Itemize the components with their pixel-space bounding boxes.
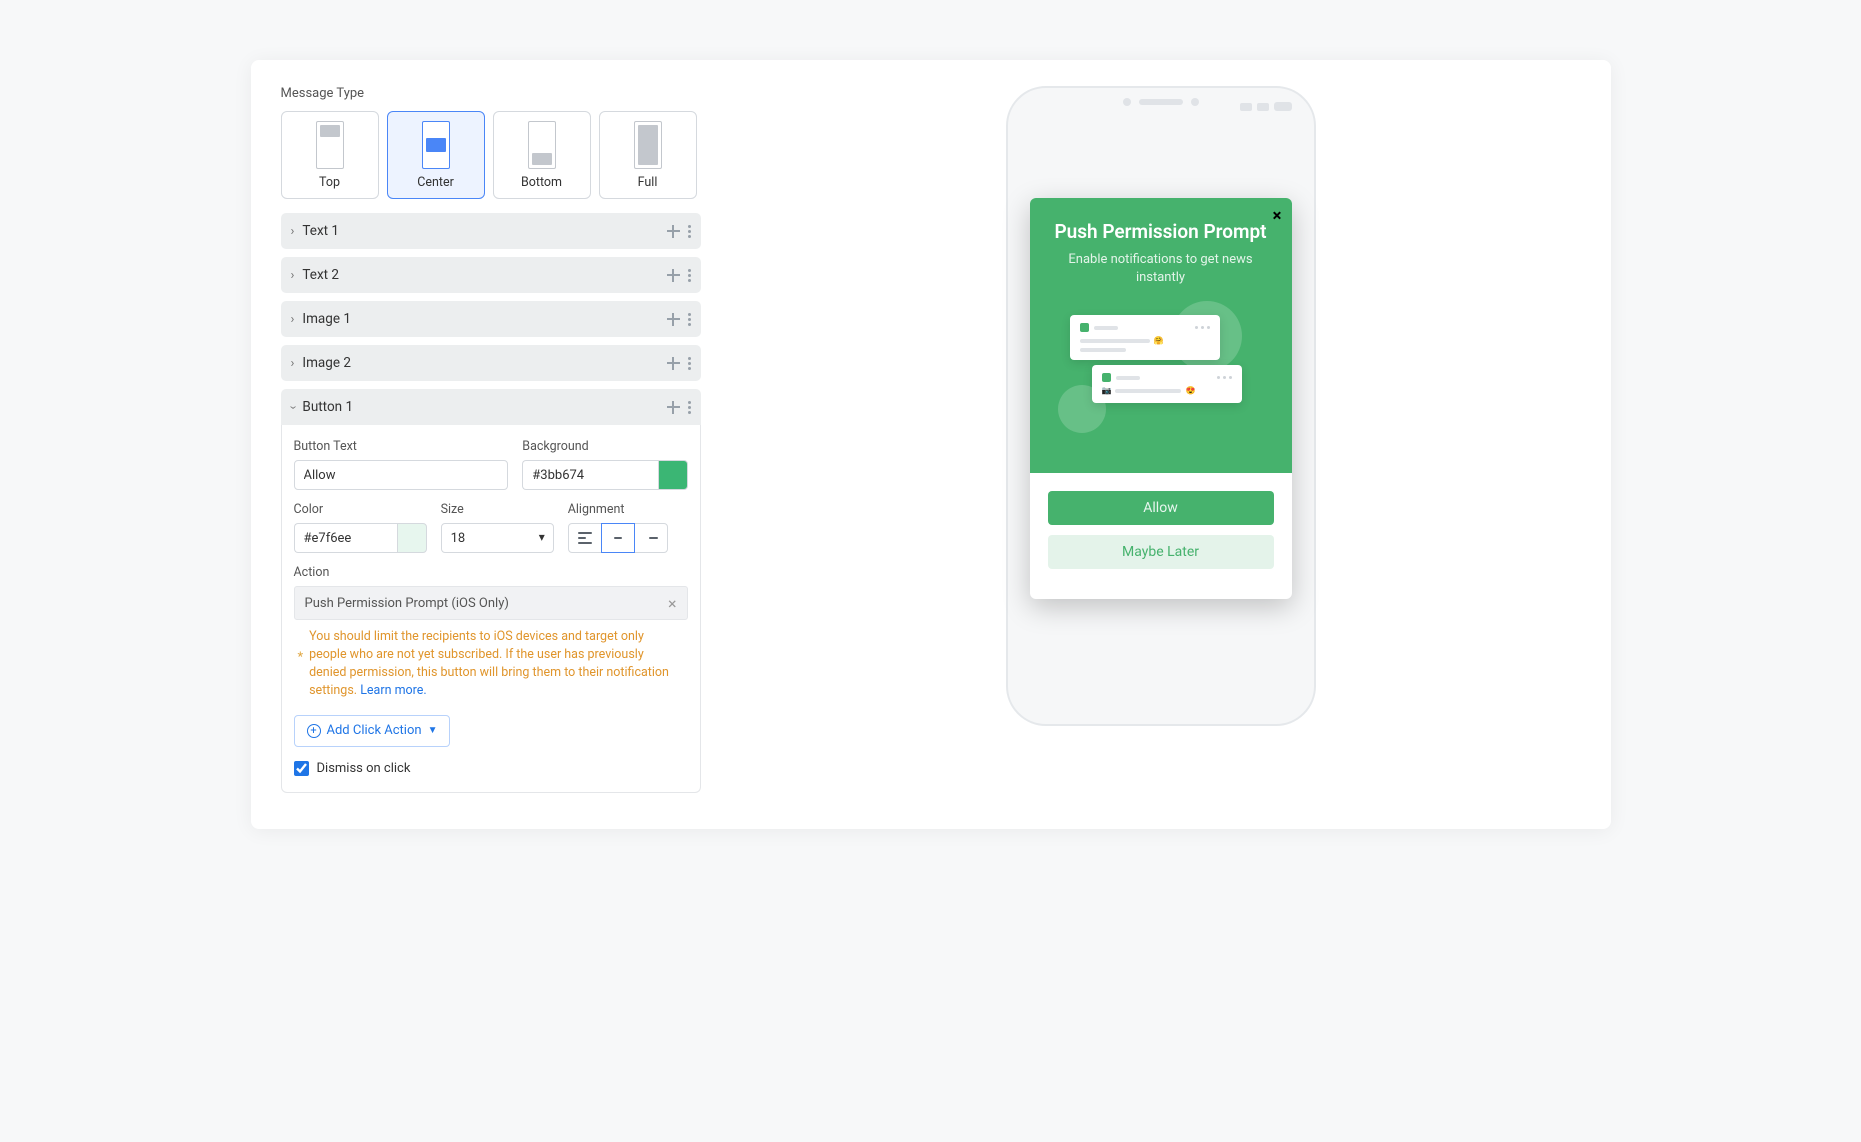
chevron-down-icon: › xyxy=(285,405,300,409)
move-icon[interactable] xyxy=(667,313,680,326)
chevron-right-icon: › xyxy=(291,356,295,371)
close-icon[interactable]: × xyxy=(1272,206,1281,226)
chevron-right-icon: › xyxy=(291,268,295,283)
kebab-icon[interactable] xyxy=(688,313,691,326)
learn-more-link[interactable]: Learn more. xyxy=(360,683,427,698)
accordion-text1[interactable]: › Text 1 xyxy=(281,213,701,249)
accordion-image2[interactable]: › Image 2 xyxy=(281,345,701,381)
alignment-segment xyxy=(568,523,688,553)
msgtype-full[interactable]: Full xyxy=(599,111,697,199)
iam-card: × Push Permission Prompt Enable notifica… xyxy=(1030,198,1292,599)
iam-subtitle: Enable notifications to get news instant… xyxy=(1050,251,1272,287)
color-swatch[interactable] xyxy=(397,523,427,553)
message-type-selector: Top Center Bottom Full xyxy=(281,111,701,199)
kebab-icon[interactable] xyxy=(688,357,691,370)
background-input[interactable] xyxy=(522,460,657,490)
move-icon[interactable] xyxy=(667,269,680,282)
msgtype-bottom[interactable]: Bottom xyxy=(493,111,591,199)
message-type-label: Message Type xyxy=(281,86,701,101)
add-click-action-button[interactable]: + Add Click Action ▼ xyxy=(294,715,451,747)
kebab-icon[interactable] xyxy=(688,269,691,282)
chevron-right-icon: › xyxy=(291,224,295,239)
button1-body: Button Text Background Color xyxy=(281,425,701,793)
phone-frame: × Push Permission Prompt Enable notifica… xyxy=(1006,86,1316,726)
move-icon[interactable] xyxy=(667,401,680,414)
size-label: Size xyxy=(441,502,554,517)
notification-illustration: 🤗 📷 😍 xyxy=(1050,307,1272,447)
iam-allow-button[interactable]: Allow xyxy=(1048,491,1274,525)
size-select[interactable] xyxy=(441,523,554,553)
button-text-input[interactable] xyxy=(294,460,509,490)
phone-notch xyxy=(1123,98,1199,106)
chevron-right-icon: › xyxy=(291,312,295,327)
editor-panel: Message Type Top Center Bottom Full xyxy=(251,60,1611,829)
kebab-icon[interactable] xyxy=(688,225,691,238)
iam-later-button[interactable]: Maybe Later xyxy=(1048,535,1274,569)
plus-circle-icon: + xyxy=(307,724,321,738)
accordion-image1[interactable]: › Image 1 xyxy=(281,301,701,337)
alignment-label: Alignment xyxy=(568,502,688,517)
color-label: Color xyxy=(294,502,427,517)
action-value: Push Permission Prompt (iOS Only) xyxy=(305,596,509,611)
editor-column: Message Type Top Center Bottom Full xyxy=(281,86,701,803)
iam-lower: Allow Maybe Later xyxy=(1030,473,1292,599)
move-icon[interactable] xyxy=(667,225,680,238)
background-label: Background xyxy=(522,439,687,454)
accordion-button1[interactable]: › Button 1 xyxy=(281,389,701,425)
accordion-text2[interactable]: › Text 2 xyxy=(281,257,701,293)
action-pill[interactable]: Push Permission Prompt (iOS Only) × xyxy=(294,586,688,620)
iam-title: Push Permission Prompt xyxy=(1050,220,1272,243)
button-text-label: Button Text xyxy=(294,439,509,454)
phone-status-icons xyxy=(1240,102,1292,111)
dismiss-label[interactable]: Dismiss on click xyxy=(317,761,411,776)
align-left-button[interactable] xyxy=(568,523,602,553)
asterisk-icon: * xyxy=(298,650,304,701)
background-swatch[interactable] xyxy=(658,460,688,490)
dismiss-checkbox[interactable] xyxy=(294,761,309,776)
iam-upper: × Push Permission Prompt Enable notifica… xyxy=(1030,198,1292,473)
action-label: Action xyxy=(294,565,688,580)
align-center-button[interactable] xyxy=(601,523,635,553)
align-right-button[interactable] xyxy=(634,523,668,553)
preview-area: × Push Permission Prompt Enable notifica… xyxy=(741,86,1581,803)
msgtype-top[interactable]: Top xyxy=(281,111,379,199)
action-remove-icon[interactable]: × xyxy=(668,594,677,613)
action-warning: * You should limit the recipients to iOS… xyxy=(294,628,688,701)
color-input[interactable] xyxy=(294,523,397,553)
move-icon[interactable] xyxy=(667,357,680,370)
msgtype-center[interactable]: Center xyxy=(387,111,485,199)
kebab-icon[interactable] xyxy=(688,401,691,414)
caret-down-icon: ▼ xyxy=(428,725,438,736)
